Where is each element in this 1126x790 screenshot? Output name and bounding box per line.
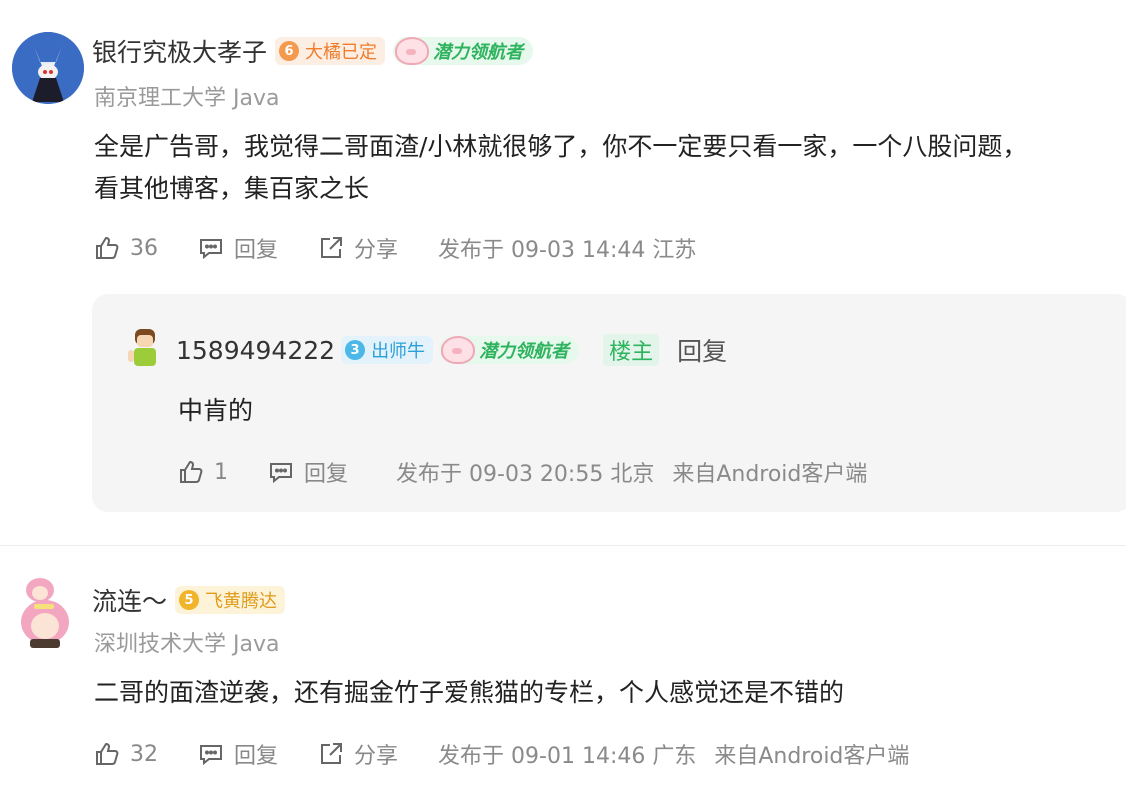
thumbs-up-icon [96,742,119,765]
avatar[interactable] [126,326,164,370]
pig-icon [395,37,430,65]
school-label: 南京理工大学 Java [94,86,280,111]
comment-username[interactable]: 流连～ [92,582,167,618]
content-line: 看其他博客，集百家之长 [94,174,370,203]
reply-button[interactable]: 回复 [198,232,278,264]
avatar[interactable] [12,32,84,104]
thumbs-up-icon [96,236,119,259]
level-number: 5 [179,590,200,610]
like-button[interactable]: 32 [94,741,158,767]
comment-username[interactable]: 银行究极大孝子 [92,33,267,69]
reply-action-link[interactable]: 回复 [677,332,727,368]
source-info: 来自Android客户端 [672,462,868,487]
honor-badge: 潜力领航者 [393,37,534,65]
publish-info: 发布于 09-03 20:55 北京 [396,462,655,487]
comment-icon [200,745,222,766]
reply-username[interactable]: 1589494222 [176,336,335,365]
comment-content: 二哥的面渣逆袭，还有掘金竹子爱熊猫的专栏，个人感觉还是不错的 [94,678,845,707]
like-button[interactable]: 36 [94,235,158,261]
like-count: 32 [130,741,158,767]
share-icon [321,237,343,258]
like-count: 36 [130,235,158,261]
reply-label: 回复 [234,744,279,769]
reply-label: 回复 [234,238,279,263]
comment-icon [200,239,222,260]
level-number: 6 [279,41,300,61]
publish-info: 发布于 09-03 14:44 江苏 [438,238,697,263]
level-name: 大橘已定 [305,42,378,63]
honor-badge: 潜力领航者 [439,336,580,364]
like-count: 1 [214,459,228,485]
avatar[interactable] [18,576,72,650]
share-button[interactable]: 分享 [318,738,398,770]
level-badge: 6 大橘已定 [275,37,386,65]
reply-label: 回复 [304,462,349,487]
level-name: 飞黄腾达 [205,591,278,612]
share-icon [321,743,343,764]
comment-divider [0,545,1126,546]
reply-content: 中肯的 [178,396,254,425]
level-name: 出师牛 [371,341,426,362]
share-button[interactable]: 分享 [318,232,398,264]
content-line: 全是广告哥，我觉得二哥面渣/小林就很够了，你不一定要只看一家，一个八股问题， [94,132,1028,161]
level-number: 3 [345,340,366,360]
comment-content: 全是广告哥，我觉得二哥面渣/小林就很够了，你不一定要只看一家，一个八股问题， 看… [94,126,1027,210]
school-label: 深圳技术大学 Java [94,632,280,657]
honor-label: 潜力领航者 [479,341,570,362]
level-badge: 5 飞黄腾达 [175,586,286,614]
comment-icon [270,463,292,484]
share-label: 分享 [354,238,399,263]
reply-button[interactable]: 回复 [268,456,348,488]
like-button[interactable]: 1 [178,459,228,485]
reply-button[interactable]: 回复 [198,738,278,770]
publish-info: 发布于 09-01 14:46 广东 [438,744,697,769]
thumbs-up-icon [180,460,203,483]
source-info: 来自Android客户端 [714,744,910,769]
level-badge: 3 出师牛 [341,336,434,364]
owner-badge: 楼主 [603,334,660,366]
honor-label: 潜力领航者 [433,42,524,63]
share-label: 分享 [354,744,399,769]
pig-icon [441,336,476,364]
